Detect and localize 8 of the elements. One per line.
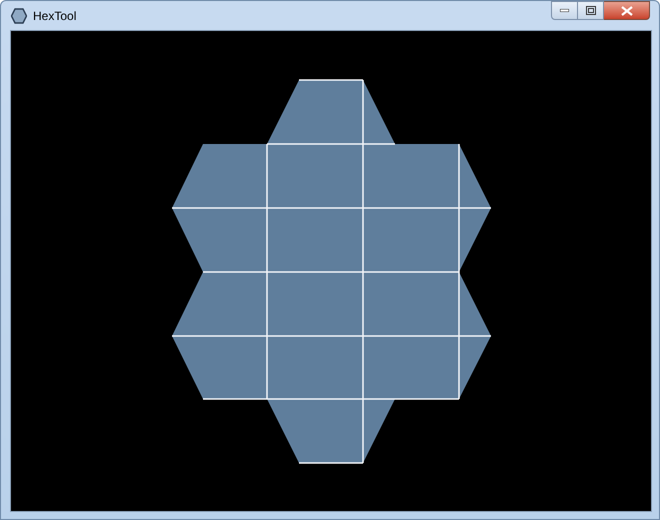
close-icon [620, 6, 632, 16]
window-title: HexTool [33, 8, 76, 24]
maximize-button[interactable] [578, 1, 604, 20]
maximize-icon [586, 6, 596, 15]
close-button[interactable] [604, 1, 650, 20]
hexagon-icon [11, 8, 27, 24]
minimize-icon [560, 9, 569, 12]
minimize-button[interactable] [551, 1, 578, 20]
